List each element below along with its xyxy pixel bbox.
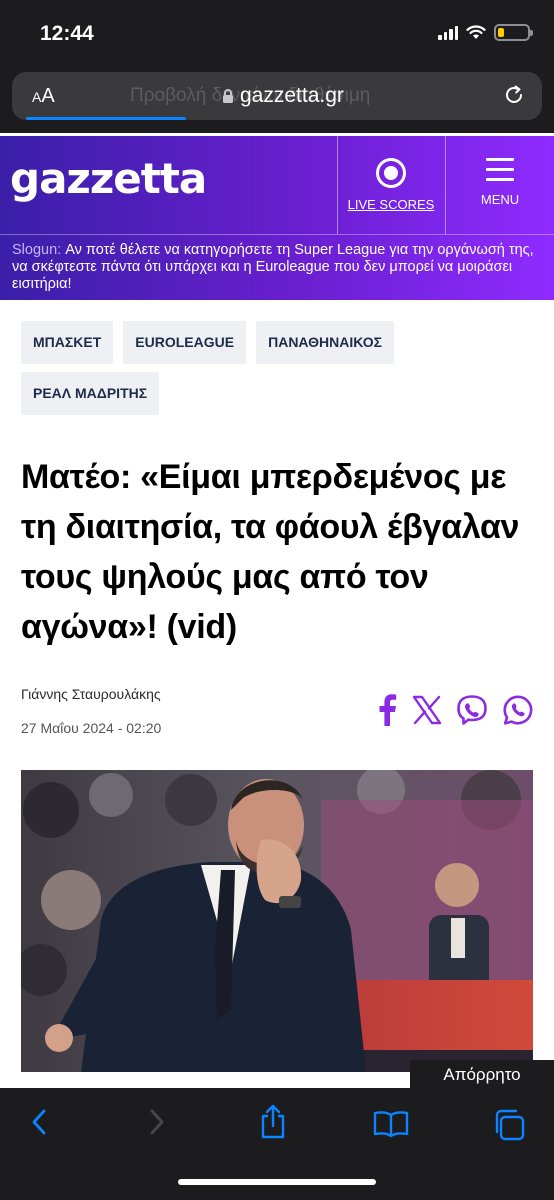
url-text: gazzetta.gr bbox=[240, 84, 344, 107]
article-headline: Ματέο: «Είμαι μπερδεμένος με τη διαιτησί… bbox=[21, 458, 520, 646]
article-photo[interactable] bbox=[21, 770, 533, 1072]
page-load-progress bbox=[26, 117, 186, 120]
share-buttons bbox=[376, 694, 534, 726]
share-icon[interactable] bbox=[258, 1104, 288, 1140]
status-icons bbox=[438, 24, 533, 41]
live-scores-label: LIVE SCORES bbox=[347, 197, 435, 212]
forward-icon[interactable] bbox=[148, 1108, 166, 1136]
article-author[interactable]: Γιάννης Σταυρουλάκης bbox=[21, 686, 161, 702]
url-display[interactable]: gazzetta.gr bbox=[222, 84, 344, 108]
tag-real-madrid[interactable]: ΡΕΑΛ ΜΑΔΡΙΤΗΣ bbox=[21, 372, 160, 415]
menu-label: MENU bbox=[480, 192, 520, 207]
tag-panathinaikos[interactable]: ΠΑΝΑΘΗΝΑΙΚΟΣ bbox=[256, 321, 395, 364]
privacy-button[interactable]: Απόρρητο bbox=[410, 1060, 554, 1090]
bookmarks-icon[interactable] bbox=[373, 1110, 409, 1138]
cellular-signal-icon bbox=[438, 25, 458, 40]
slogan-text: Αν ποτέ θέλετε να κατηγορήσετε τη Super … bbox=[12, 242, 534, 292]
live-icon bbox=[376, 158, 406, 188]
article-tags: ΜΠΑΣΚΕΤ EUROLEAGUE ΠΑΝΑΘΗΝΑΙΚΟΣ ΡΕΑΛ ΜΑΔ… bbox=[21, 321, 533, 415]
address-bar[interactable]: AA Προβολή δεν είναι διαθέσιμη gazzetta.… bbox=[12, 72, 542, 120]
battery-icon bbox=[494, 24, 533, 41]
back-icon[interactable] bbox=[30, 1108, 48, 1136]
viber-icon[interactable] bbox=[456, 694, 488, 726]
wifi-icon bbox=[466, 25, 486, 39]
coach-photo-image bbox=[21, 770, 533, 1072]
article-date: 27 Μαΐου 2024 - 02:20 bbox=[21, 720, 162, 736]
home-indicator bbox=[178, 1179, 376, 1185]
hamburger-icon bbox=[486, 158, 514, 181]
menu-button[interactable]: MENU bbox=[446, 136, 554, 234]
header-separator bbox=[0, 234, 554, 235]
lock-icon bbox=[223, 89, 233, 103]
reload-icon[interactable] bbox=[502, 83, 526, 107]
whatsapp-icon[interactable] bbox=[502, 694, 534, 726]
facebook-icon[interactable] bbox=[376, 694, 398, 726]
site-logo[interactable]: gazzetta bbox=[10, 154, 207, 203]
tabs-icon[interactable] bbox=[492, 1108, 526, 1142]
site-header: gazzetta LIVE SCORES MENU Slogun: Αν ποτ… bbox=[0, 133, 554, 300]
text-size-button[interactable]: AA bbox=[32, 85, 55, 108]
live-scores-button[interactable]: LIVE SCORES bbox=[338, 136, 444, 234]
tag-basketball[interactable]: ΜΠΑΣΚΕΤ bbox=[21, 321, 114, 364]
slogan: Slogun: Αν ποτέ θέλετε να κατηγορήσετε τ… bbox=[12, 242, 544, 293]
tag-euroleague[interactable]: EUROLEAGUE bbox=[123, 321, 247, 364]
status-time: 12:44 bbox=[40, 22, 94, 45]
browser-top-bar: 12:44 AA Προβολή δεν είναι διαθέσιμη gaz… bbox=[0, 0, 554, 133]
slogan-label: Slogun: bbox=[12, 242, 62, 258]
x-icon[interactable] bbox=[412, 695, 442, 725]
